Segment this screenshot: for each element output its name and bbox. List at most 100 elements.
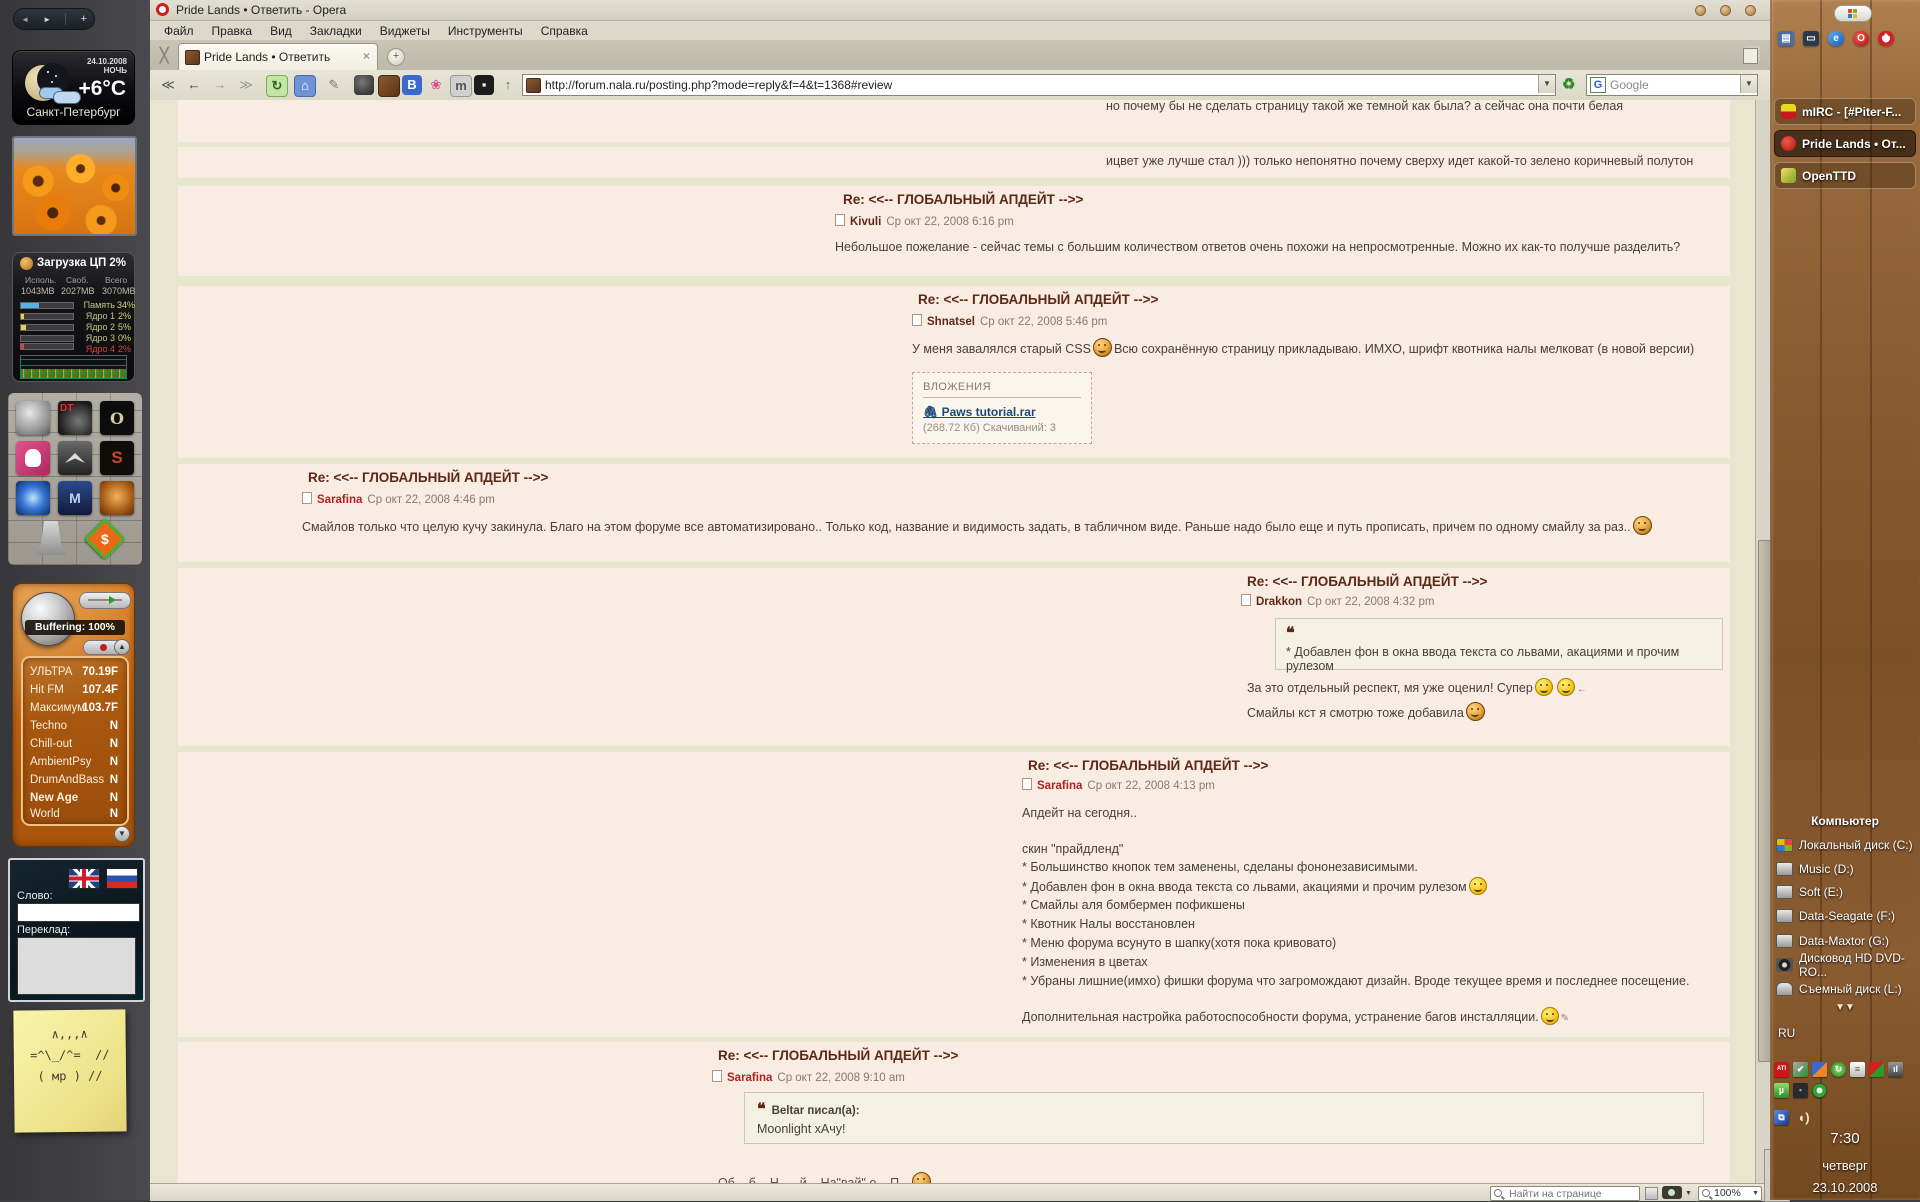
b-bookmark-icon[interactable]: B xyxy=(402,75,422,95)
volume-knob[interactable] xyxy=(21,592,75,646)
menu-view[interactable]: Вид xyxy=(270,24,292,38)
desktop-icon-1[interactable] xyxy=(16,401,50,435)
images-toggle-icon[interactable] xyxy=(1662,1186,1682,1199)
tray-icon-sync[interactable]: ↻ xyxy=(1831,1062,1846,1077)
desktop-icon-11[interactable]: $ xyxy=(84,518,126,560)
tab-close-icon[interactable]: × xyxy=(363,49,370,63)
play-slider[interactable] xyxy=(79,592,131,609)
menu-bookmarks[interactable]: Закладки xyxy=(310,24,362,38)
restore-button[interactable] xyxy=(1720,5,1731,16)
tray-icon-printer[interactable]: ≡ xyxy=(1850,1062,1865,1077)
post-title[interactable]: Re: <<-- ГЛОБАЛЬНЫЙ АПДЕЙТ -->> xyxy=(918,292,1158,307)
zoom-dropdown-icon[interactable]: ▼ xyxy=(1752,1190,1759,1197)
reload-icon[interactable]: ↻ xyxy=(266,75,288,97)
address-dropdown-icon[interactable]: ▼ xyxy=(1538,75,1555,93)
desktop-icon-7[interactable] xyxy=(16,481,50,515)
post-title[interactable]: Re: <<-- ГЛОБАЛЬНЫЙ АПДЕЙТ -->> xyxy=(308,470,548,485)
tab-pride-lands[interactable]: Pride Lands • Ответить × xyxy=(178,43,378,71)
drive-item-removable[interactable]: Съемный диск (L:) xyxy=(1776,978,1920,1000)
panels-toggle-icon[interactable]: ╳ xyxy=(160,47,168,64)
post-author[interactable]: Shnatsel xyxy=(927,316,975,328)
tray-icon-utorrent[interactable]: µ xyxy=(1774,1083,1789,1098)
translation-output[interactable] xyxy=(17,937,136,995)
tray-icon-antivirus[interactable]: ✔ xyxy=(1793,1062,1808,1077)
rewind-icon[interactable]: ≪ xyxy=(158,75,178,95)
scroll-up-icon[interactable]: ▲ xyxy=(114,639,130,655)
minimize-button[interactable] xyxy=(1695,5,1706,16)
post-author[interactable]: Sarafina xyxy=(727,1072,772,1084)
word-input[interactable] xyxy=(17,903,140,922)
pencil-icon[interactable]: ✎ xyxy=(324,75,344,95)
station-row[interactable]: WorldN xyxy=(30,808,118,826)
attachment-link[interactable]: 🖇 Paws tutorial.rar xyxy=(923,405,1036,419)
widget-nav-pill[interactable]: ◄ ► + xyxy=(13,8,95,30)
m-bookmark-icon[interactable]: m xyxy=(450,75,472,97)
desktop-icon-8[interactable]: M xyxy=(58,481,92,515)
expand-chevron-icon[interactable]: ▼▼ xyxy=(1770,1002,1920,1013)
tray-icon-player[interactable] xyxy=(1812,1083,1827,1098)
volume-icon[interactable]: ◖) xyxy=(1796,1110,1811,1125)
station-row[interactable]: Hit FM107.4F xyxy=(30,684,118,702)
find-on-page-box[interactable] xyxy=(1490,1186,1640,1201)
post-title[interactable]: Re: <<-- ГЛОБАЛЬНЫЙ АПДЕЙТ -->> xyxy=(1247,574,1487,589)
menu-help[interactable]: Справка xyxy=(541,24,588,38)
desktop-icon-10[interactable] xyxy=(34,521,68,555)
tray-icon-display[interactable] xyxy=(1812,1062,1827,1077)
station-row[interactable]: DrumAndBassN xyxy=(30,774,118,792)
tab-list-icon[interactable] xyxy=(1743,48,1758,64)
post-author[interactable]: Drakkon xyxy=(1256,596,1302,608)
widget-add-icon[interactable]: + xyxy=(80,13,86,25)
drive-item-dvd[interactable]: Дисковод HD DVD-RO... xyxy=(1776,954,1920,976)
uk-flag-icon[interactable] xyxy=(68,868,100,889)
ru-flag-icon[interactable] xyxy=(106,868,138,889)
ie-icon[interactable]: e xyxy=(1828,31,1844,46)
post-page-icon[interactable] xyxy=(835,214,845,226)
drive-item-d[interactable]: Music (D:) xyxy=(1776,858,1920,880)
app-bookmark-icon[interactable]: ▪ xyxy=(474,75,494,95)
menu-edit[interactable]: Правка xyxy=(212,24,253,38)
station-row[interactable]: AmbientPsyN xyxy=(30,756,118,774)
desktop-icon-4[interactable] xyxy=(16,441,50,475)
taskbar-item-pride-lands[interactable]: Pride Lands • От... xyxy=(1774,130,1916,157)
find-input[interactable] xyxy=(1507,1187,1637,1200)
desktop-icon-5[interactable] xyxy=(58,441,92,475)
taskbar-item-mirc[interactable]: mIRC - [#Piter-F... xyxy=(1774,98,1916,125)
post-title[interactable]: Re: <<-- ГЛОБАЛЬНЫЙ АПДЕЙТ -->> xyxy=(718,1048,958,1063)
station-row[interactable]: Chill-outN xyxy=(30,738,118,756)
post-page-icon[interactable] xyxy=(302,492,312,504)
fit-width-icon[interactable] xyxy=(1645,1187,1658,1200)
post-author[interactable]: Sarafina xyxy=(317,494,362,506)
tray-icon-monitor[interactable]: ıl xyxy=(1888,1062,1903,1077)
tray-icon-security[interactable] xyxy=(1869,1062,1884,1077)
tray-icon-card[interactable]: ▪ xyxy=(1793,1083,1808,1098)
post-page-icon[interactable] xyxy=(912,314,922,326)
home-icon[interactable]: ⌂ xyxy=(294,75,316,97)
tray-icon-network[interactable]: ⧉ xyxy=(1774,1110,1789,1125)
new-tab-button[interactable]: + xyxy=(387,48,405,66)
weather-widget[interactable]: 24.10.2008НОЧЬ +6°C Санкт-Петербург xyxy=(12,50,135,125)
station-row[interactable]: УЛЬТРА70.19F xyxy=(30,666,118,684)
desktop-icon-9[interactable] xyxy=(100,481,134,515)
language-indicator[interactable]: RU xyxy=(1770,1026,1920,1040)
menu-widgets[interactable]: Виджеты xyxy=(380,24,430,38)
drive-item-g[interactable]: Data-Maxtor (G:) xyxy=(1776,930,1920,952)
taskbar-item-openttd[interactable]: OpenTTD xyxy=(1774,162,1916,189)
desktop-icon-6[interactable]: S xyxy=(100,441,134,475)
drive-item-f[interactable]: Data-Seagate (F:) xyxy=(1776,905,1920,927)
globe-bookmark-icon[interactable] xyxy=(354,75,374,95)
go-button-icon[interactable]: ♻ xyxy=(1562,75,1575,93)
post-author[interactable]: Kivuli xyxy=(850,216,881,228)
flower-bookmark-icon[interactable]: ❀ xyxy=(426,75,446,95)
station-row[interactable]: TechnoN xyxy=(30,720,118,738)
desktop-icon-2[interactable]: DT xyxy=(58,401,92,435)
search-dropdown-icon[interactable]: ▼ xyxy=(1740,75,1757,93)
upload-icon[interactable]: ↑ xyxy=(498,75,518,95)
address-bar[interactable]: ▼ xyxy=(522,74,1556,96)
lion-bookmark-icon[interactable] xyxy=(378,75,400,97)
post-title[interactable]: Re: <<-- ГЛОБАЛЬНЫЙ АПДЕЙТ -->> xyxy=(1028,758,1268,773)
post-page-icon[interactable] xyxy=(1022,778,1032,790)
post-page-icon[interactable] xyxy=(1241,594,1251,606)
search-box[interactable]: G Google ▼ xyxy=(1586,74,1758,96)
images-dropdown-icon[interactable]: ▼ xyxy=(1685,1190,1692,1197)
vertical-scrollbar[interactable] xyxy=(1755,100,1771,1183)
